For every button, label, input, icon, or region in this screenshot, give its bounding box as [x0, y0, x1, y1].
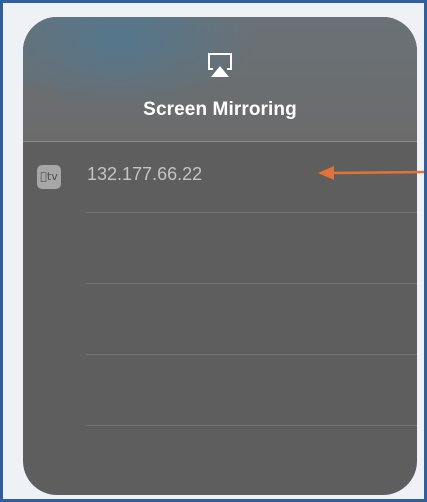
apple-tv-icon: tv: [37, 165, 61, 189]
apple-tv-icon-text: tv: [43, 170, 58, 183]
annotation-arrow: [318, 166, 424, 180]
airplay-icon: [208, 53, 232, 77]
empty-device-row: [23, 355, 417, 425]
screen-mirroring-panel: Screen Mirroring tv 132.177.66.22: [23, 17, 417, 495]
empty-device-row: [23, 284, 417, 354]
screenshot-frame: Screen Mirroring tv 132.177.66.22: [0, 0, 427, 502]
panel-title: Screen Mirroring: [143, 99, 297, 120]
empty-device-row: [23, 213, 417, 283]
apple-logo-glyph: : [40, 170, 47, 183]
device-label: 132.177.66.22: [87, 164, 203, 184]
panel-header: Screen Mirroring: [23, 17, 417, 141]
row-divider: [86, 425, 417, 426]
